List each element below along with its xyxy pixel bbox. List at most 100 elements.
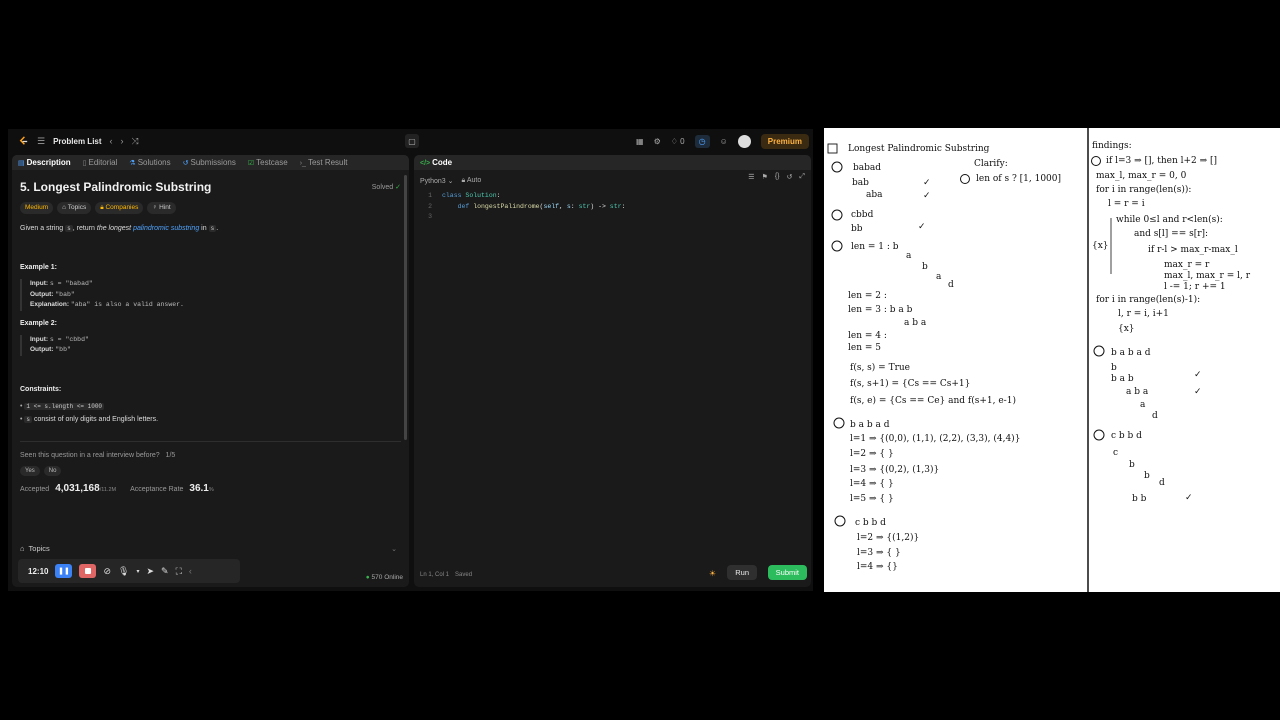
acceptance-rate-unit: % [208,486,214,493]
tab-testcase[interactable]: ☑ Testcase [248,158,288,167]
example-input: s = "cbbd" [49,335,89,343]
note-line: babad [853,163,881,173]
tab-submissions[interactable]: ↺ Submissions [183,158,236,167]
run-button[interactable]: Run [727,565,757,580]
scrollbar[interactable] [404,175,407,440]
checkbox-icon [827,143,838,154]
companies-chip[interactable]: 🔒︎ Companies [95,202,144,214]
terminal-icon: ›_ [299,160,306,167]
line-number: 1 [428,192,432,199]
note-line: a [906,251,912,261]
microphone-icon[interactable]: 🎙︎ [118,566,129,577]
streak-count: 0 [680,136,685,146]
recording-time: 12:10 [28,566,49,576]
code-panel: </> Code Python3 ⌄ 🔒︎ Auto ☰ ⚑ {} ↺ ⤢ 1 2… [414,155,811,587]
chevron-down-icon[interactable]: ⌄ [391,545,397,553]
notes-icon[interactable]: ▢ [405,134,419,148]
tab-label: Code [432,158,453,167]
hint-chip[interactable]: ♀ Hint [147,202,176,214]
solved-label: Solved [371,184,394,191]
example-1-title: Example 1: [20,264,57,271]
sunrise-icon[interactable]: ☀ [709,569,716,578]
constraint-code: 1 <= s.length <= 1000 [24,402,105,410]
layout-icon[interactable]: ▦ [636,137,644,146]
stop-icon[interactable] [79,564,97,578]
check-mark: ✓ [1185,493,1193,503]
prev-problem-icon[interactable]: ‹ [110,136,113,146]
auto-mode[interactable]: 🔒︎ Auto [462,177,482,185]
reset-icon[interactable]: ↺ [787,173,793,181]
tag-icon: ⌂ [62,204,67,211]
input-label: Input: [30,335,50,343]
add-friend-icon[interactable]: ☺ [720,137,728,146]
tab-label: Testcase [256,158,288,167]
yes-button[interactable]: Yes [20,465,40,476]
pause-icon[interactable]: ❚❚ [55,564,73,578]
palindromic-substring-link[interactable]: palindromic substring [133,225,199,232]
bookmark-icon[interactable]: ⚑ [762,173,768,181]
tab-test-result[interactable]: ›_ Test Result [300,158,348,167]
leetcode-window: ☰ Problem List ‹ › ⤨ ▢ ▦ ⚙ ♢ 0 ◷ ☺ Premi… [8,129,813,591]
chip-label: Topics [67,204,87,211]
submit-button[interactable]: Submit [767,565,807,580]
next-problem-icon[interactable]: › [121,136,124,146]
note-line: a b a [1126,387,1149,397]
leetcode-logo-icon[interactable] [18,135,29,147]
note-line: f(s, s+1) = {Cs == Cs+1} [850,378,970,389]
note-line: findings: [1092,141,1132,151]
cursor-icon[interactable]: ➤ [146,566,154,577]
shuffle-icon[interactable]: ⤨ [132,136,139,147]
note-line: l -= 1; r += 1 [1164,282,1226,292]
avatar[interactable] [737,134,751,148]
note-line: c [1113,448,1118,458]
tab-label: Submissions [190,158,236,167]
tab-solutions[interactable]: ⚗ Solutions [129,158,170,167]
tab-description[interactable]: ▤ Description [18,158,71,167]
recorder-toolbar: 12:10 ❚❚ ⊘ 🎙︎ ▾ ➤ ✎ ⛶ ‹ [18,559,240,583]
camera-off-icon[interactable]: ⊘ [103,566,111,577]
check-circle-icon: ✓ [395,184,401,191]
settings-icon[interactable]: ⚙ [654,137,661,146]
problem-description: Given a string s, return the longest pal… [20,224,401,234]
lock-icon: 🔒︎ [100,204,104,211]
note-line: d [948,280,954,290]
input-label: Input: [30,280,50,287]
note-line: max_l, max_r = l, r [1164,271,1251,281]
save-status: Saved [455,572,473,578]
topics-chip[interactable]: ⌂ Topics [57,202,92,214]
collapse-icon[interactable]: ‹ [189,566,192,576]
fullscreen-icon[interactable]: ⤢ [799,173,805,181]
desc-text: Given a string [20,225,66,232]
code-text[interactable]: class Solution: def longestPalindrome(se… [442,191,625,223]
note-line: len = 4 : [848,331,887,341]
note-line: d [1152,411,1158,421]
language-select[interactable]: Python3 ⌄ [420,177,454,185]
top-nav: ☰ Problem List ‹ › ⤨ ▢ ▦ ⚙ ♢ 0 ◷ ☺ Premi… [8,129,813,153]
format-icon[interactable]: ☰ [748,173,754,181]
accepted-label: Accepted [20,485,50,493]
constraint-item: s consist of only digits and English let… [20,415,401,423]
code-tabs: </> Code [414,155,811,170]
topics-section[interactable]: ⌂ Topics [20,544,50,553]
pen-icon[interactable]: ✎ [161,566,169,577]
problem-title: 5. Longest Palindromic Substring [20,180,212,194]
mic-options-icon[interactable]: ▾ [136,568,139,575]
highlighter-icon[interactable]: ⛶ [176,566,182,577]
check-mark: ✓ [918,222,926,232]
list-icon[interactable]: ☰ [37,136,45,147]
tab-editorial[interactable]: ▯ Editorial [83,158,118,167]
timer-icon[interactable]: ◷ [694,134,710,148]
tab-code[interactable]: </> Code [420,158,452,167]
note-line: b [922,262,928,272]
accepted-total: /11.2M [99,486,117,493]
note-line: c b b d [1111,431,1142,441]
inline-code: s [65,225,73,232]
braces-icon[interactable]: {} [775,173,780,181]
problem-list-link[interactable]: Problem List [53,137,101,146]
streak-counter[interactable]: ♢ 0 [671,137,685,146]
note-line: a b a [904,318,927,328]
topics-label: Topics [28,544,50,553]
premium-button[interactable]: Premium [760,133,809,149]
mode-label: Auto [466,176,482,184]
no-button[interactable]: No [43,465,62,476]
